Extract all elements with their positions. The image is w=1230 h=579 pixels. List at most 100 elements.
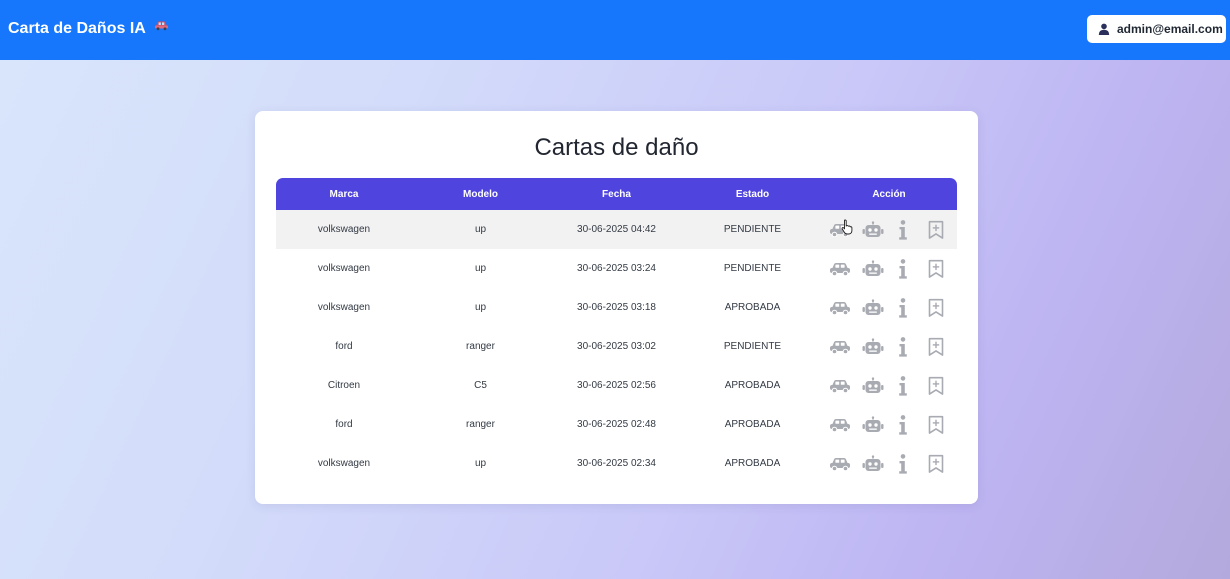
bookmark-plus-icon <box>928 298 944 317</box>
bookmark-add-button[interactable] <box>928 259 944 278</box>
info-icon <box>898 297 908 318</box>
bookmark-plus-icon <box>928 337 944 356</box>
cell-estado: APROBADA <box>724 302 781 313</box>
cell-marca: Citroen <box>327 380 361 391</box>
table-row: volkswagen up 30-06-2025 02:34 APROBADA <box>276 444 957 483</box>
info-button[interactable] <box>898 375 908 396</box>
cell-modelo: up <box>474 224 487 235</box>
bookmark-plus-icon <box>928 454 944 473</box>
bookmark-plus-icon <box>928 220 944 239</box>
ai-analysis-button[interactable] <box>862 338 884 355</box>
car-icon <box>154 17 169 37</box>
view-car-button[interactable] <box>829 379 851 393</box>
ai-analysis-button[interactable] <box>862 377 884 394</box>
info-icon <box>898 258 908 279</box>
cell-estado: PENDIENTE <box>723 341 782 352</box>
car-icon <box>829 379 851 393</box>
bookmark-add-button[interactable] <box>928 454 944 473</box>
info-icon <box>898 414 908 435</box>
cell-marca: volkswagen <box>317 458 371 469</box>
cell-actions <box>821 366 957 405</box>
user-email: admin@email.com <box>1117 22 1223 36</box>
robot-icon <box>862 377 884 394</box>
robot-icon <box>862 299 884 316</box>
cell-estado: APROBADA <box>724 458 781 469</box>
info-icon <box>898 453 908 474</box>
cell-modelo: C5 <box>474 380 487 391</box>
top-navbar: Carta de Daños IA admin@email.com <box>0 0 1230 60</box>
cell-modelo: ranger <box>466 341 495 352</box>
car-icon <box>829 418 851 432</box>
info-button[interactable] <box>898 258 908 279</box>
robot-icon <box>862 260 884 277</box>
cell-modelo: up <box>474 302 487 313</box>
cell-fecha: 30-06-2025 02:48 <box>577 419 656 430</box>
view-car-button[interactable] <box>829 340 851 354</box>
cell-fecha: 30-06-2025 04:42 <box>577 224 656 235</box>
brand-title: Carta de Daños IA <box>8 20 146 37</box>
car-icon <box>829 301 851 315</box>
view-car-button[interactable] <box>829 262 851 276</box>
user-menu-button[interactable]: admin@email.com <box>1087 15 1226 43</box>
cell-actions <box>821 444 957 483</box>
table-row: volkswagen up 30-06-2025 03:18 APROBADA <box>276 288 957 327</box>
cell-actions <box>821 405 957 444</box>
mouse-cursor-icon <box>841 219 853 240</box>
bookmark-add-button[interactable] <box>928 337 944 356</box>
bookmark-plus-icon <box>928 415 944 434</box>
column-header-fecha: Fecha <box>602 188 631 200</box>
table-row: ford ranger 30-06-2025 02:48 APROBADA <box>276 405 957 444</box>
info-icon <box>898 336 908 357</box>
cell-estado: APROBADA <box>724 380 781 391</box>
cell-estado: PENDIENTE <box>723 263 782 274</box>
view-car-button[interactable] <box>829 418 851 432</box>
view-car-button[interactable] <box>829 301 851 315</box>
ai-analysis-button[interactable] <box>862 416 884 433</box>
bookmark-add-button[interactable] <box>928 376 944 395</box>
table-row: volkswagen up 30-06-2025 03:24 PENDIENTE <box>276 249 957 288</box>
ai-analysis-button[interactable] <box>862 455 884 472</box>
ai-analysis-button[interactable] <box>862 260 884 277</box>
user-icon <box>1098 23 1110 35</box>
info-button[interactable] <box>898 219 908 240</box>
bookmark-plus-icon <box>928 376 944 395</box>
ai-analysis-button[interactable] <box>862 221 884 238</box>
column-header-estado: Estado <box>735 188 770 200</box>
info-button[interactable] <box>898 414 908 435</box>
cell-fecha: 30-06-2025 03:02 <box>577 341 656 352</box>
robot-icon <box>862 455 884 472</box>
table-body: volkswagen up 30-06-2025 04:42 PENDIENTE vol… <box>276 210 957 483</box>
cell-modelo: up <box>474 263 487 274</box>
bookmark-add-button[interactable] <box>928 298 944 317</box>
info-button[interactable] <box>898 297 908 318</box>
cell-modelo: ranger <box>466 419 495 430</box>
cell-fecha: 30-06-2025 03:24 <box>577 263 656 274</box>
cell-estado: APROBADA <box>724 419 781 430</box>
cell-marca: ford <box>335 419 353 430</box>
info-icon <box>898 219 908 240</box>
view-car-button[interactable] <box>829 457 851 471</box>
cell-marca: volkswagen <box>317 263 371 274</box>
table-row: Citroen C5 30-06-2025 02:56 APROBADA <box>276 366 957 405</box>
ai-analysis-button[interactable] <box>862 299 884 316</box>
table-row: ford ranger 30-06-2025 03:02 PENDIENTE <box>276 327 957 366</box>
bookmark-add-button[interactable] <box>928 415 944 434</box>
brand[interactable]: Carta de Daños IA <box>8 19 169 39</box>
cell-actions <box>821 288 957 327</box>
robot-icon <box>862 221 884 238</box>
cell-marca: volkswagen <box>317 224 371 235</box>
bookmark-plus-icon <box>928 259 944 278</box>
info-button[interactable] <box>898 336 908 357</box>
car-icon <box>829 457 851 471</box>
cell-marca: ford <box>335 341 353 352</box>
car-icon <box>829 340 851 354</box>
cell-estado: PENDIENTE <box>723 224 782 235</box>
info-button[interactable] <box>898 453 908 474</box>
cell-marca: volkswagen <box>317 302 371 313</box>
damage-cards-panel: Cartas de daño Marca Modelo Fecha Estado… <box>255 111 978 504</box>
bookmark-add-button[interactable] <box>928 220 944 239</box>
column-header-marca: Marca <box>329 188 359 200</box>
cell-fecha: 30-06-2025 02:34 <box>577 458 656 469</box>
column-header-accion: Acción <box>872 188 906 200</box>
cell-modelo: up <box>474 458 487 469</box>
